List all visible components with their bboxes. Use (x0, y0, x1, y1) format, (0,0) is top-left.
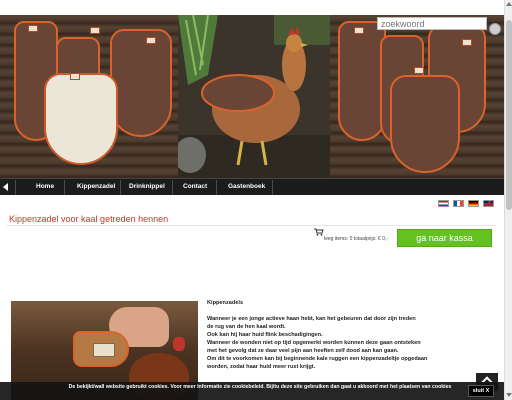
banner-photo-saddles-right (330, 15, 504, 178)
shopping-cart-icon[interactable] (314, 228, 324, 236)
description-line: Ook kan hij haar huid flink beschadiging… (207, 332, 323, 338)
nav-item-kippenzadel[interactable]: Kippenzadel (77, 183, 115, 190)
banner-photo-saddles-left (0, 15, 178, 178)
search-field[interactable] (377, 17, 487, 30)
product-description: Kippenzadels Wanneer je een jonge actiev… (207, 299, 497, 371)
nav-item-contact[interactable]: Contact (183, 183, 207, 190)
description-heading: Kippenzadels (207, 300, 244, 306)
german-flag-icon[interactable] (468, 200, 479, 207)
description-line: worden, zodat haar huid meer rust krijgt… (207, 364, 316, 370)
hen-illustration (174, 15, 330, 178)
page-title-bar: Kippenzadel voor kaal getreden hennen (6, 212, 496, 226)
nav-back-arrow-icon[interactable] (3, 183, 8, 191)
nav-item-drinknippel[interactable]: Drinknippel (129, 183, 165, 190)
description-line: Om dit te voorkomen kan bij beginnende k… (207, 356, 428, 362)
cookie-close-button[interactable]: sluit X (468, 385, 494, 397)
banner-photo-hen (174, 15, 330, 178)
checkout-button[interactable]: ga naar kassa (397, 229, 492, 247)
french-flag-icon[interactable] (453, 200, 464, 207)
description-line: met het gevolg dat ze daar veel pijn aan… (207, 348, 399, 354)
description-line: Wanneer je een jonge actieve haan hebt, … (207, 316, 416, 322)
language-selector (438, 200, 494, 207)
vertical-scrollbar[interactable] (504, 0, 512, 400)
search-icon[interactable] (489, 23, 501, 35)
scroll-up-arrow-icon[interactable] (506, 2, 512, 6)
uk-flag-icon[interactable] (483, 200, 494, 207)
header-banner (0, 15, 504, 178)
nav-item-home[interactable]: Home (36, 183, 54, 190)
page-title: Kippenzadel voor kaal getreden hennen (9, 214, 169, 224)
cookie-notice: De bekijkt/wall website gebruikt cookies… (0, 382, 504, 400)
search-input[interactable] (378, 18, 486, 29)
main-navigation: Home Kippenzadel Drinknippel Contact Gas… (0, 178, 504, 195)
cart-status: leeg items: 0 totaalprijs: € 0,- (324, 236, 388, 242)
scroll-down-arrow-icon[interactable] (506, 393, 512, 397)
dutch-flag-icon[interactable] (438, 200, 449, 207)
description-line: Wanneer de wonden niet op tijd opgemerkt… (207, 340, 421, 346)
description-line: de rug van de hen kaal wordt. (207, 324, 286, 330)
scrollbar-thumb[interactable] (506, 20, 512, 210)
cookie-message: De bekijkt/wall website gebruikt cookies… (68, 384, 452, 390)
page: Home Kippenzadel Drinknippel Contact Gas… (0, 0, 504, 400)
nav-item-gastenboek[interactable]: Gastenboek (228, 183, 265, 190)
